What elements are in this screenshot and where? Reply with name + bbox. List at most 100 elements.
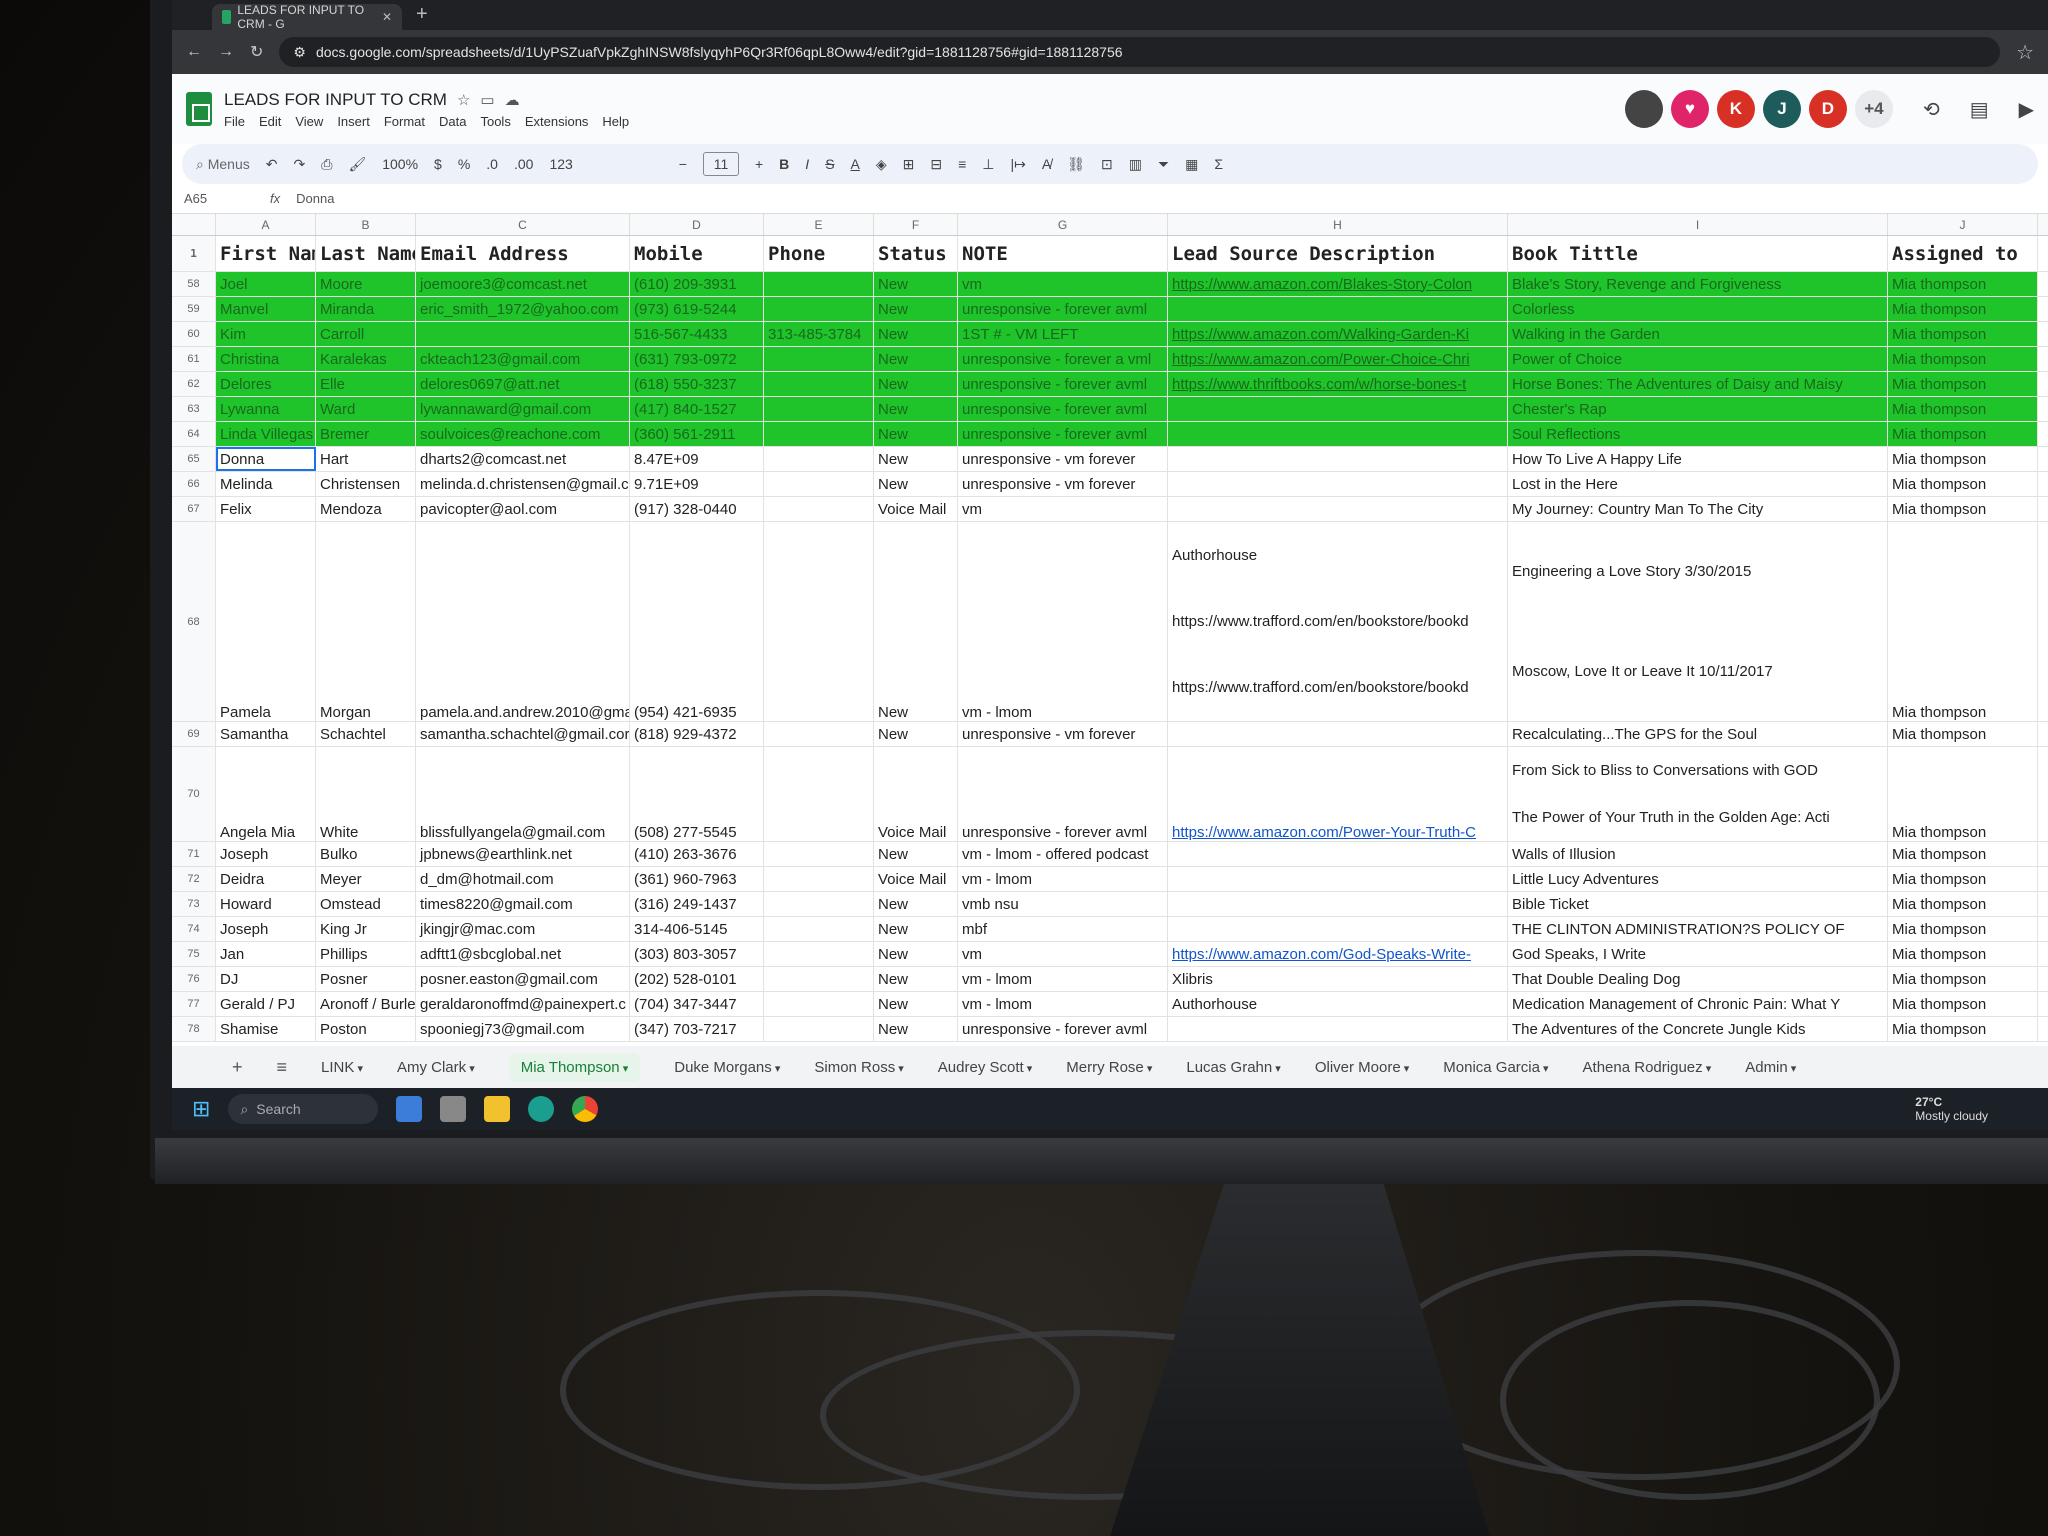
back-icon[interactable]: ← bbox=[186, 43, 202, 61]
table-cell[interactable]: 313-485-3784 bbox=[764, 322, 874, 346]
table-cell[interactable]: New bbox=[874, 992, 958, 1016]
table-cell[interactable]: 8.47E+09 bbox=[630, 447, 764, 471]
table-cell[interactable]: vm - lmom - offered podcast bbox=[958, 842, 1168, 866]
table-cell[interactable]: Deidra bbox=[216, 867, 316, 891]
header-cell[interactable]: Email Address bbox=[416, 236, 630, 271]
table-cell[interactable]: Joseph bbox=[216, 917, 316, 941]
table-cell[interactable]: (704) 347-3447 bbox=[630, 992, 764, 1016]
header-cell[interactable]: Book Tittle bbox=[1508, 236, 1888, 271]
header-cell[interactable]: Status bbox=[874, 236, 958, 271]
table-cell[interactable]: The Adventures of the Concrete Jungle Ki… bbox=[1508, 1017, 1888, 1041]
sheet-tab-athena-rodriguez[interactable]: Athena Rodriguez bbox=[1583, 1059, 1712, 1076]
paint-format-icon[interactable]: 🖌 bbox=[348, 156, 366, 173]
table-cell[interactable]: Recalculating...The GPS for the Soul bbox=[1508, 722, 1888, 746]
table-cell[interactable]: White bbox=[316, 747, 416, 841]
table-cell[interactable]: Posner bbox=[316, 967, 416, 991]
all-sheets-icon[interactable]: ≡ bbox=[277, 1057, 288, 1078]
table-cell[interactable]: Mendoza bbox=[316, 497, 416, 521]
row-number[interactable]: 1 bbox=[172, 236, 216, 271]
move-folder-icon[interactable]: ▭ bbox=[480, 91, 494, 109]
table-cell[interactable]: Horse Bones: The Adventures of Daisy and… bbox=[1508, 372, 1888, 396]
table-cell[interactable]: posner.easton@gmail.com bbox=[416, 967, 630, 991]
document-title[interactable]: LEADS FOR INPUT TO CRM bbox=[224, 90, 447, 110]
table-cell[interactable]: Joseph bbox=[216, 842, 316, 866]
table-cell[interactable]: New bbox=[874, 447, 958, 471]
table-cell[interactable]: Carroll bbox=[316, 322, 416, 346]
table-cell[interactable]: Omstead bbox=[316, 892, 416, 916]
table-cell[interactable] bbox=[764, 722, 874, 746]
table-cell[interactable]: (417) 840-1527 bbox=[630, 397, 764, 421]
table-cell[interactable]: Mia thompson bbox=[1888, 447, 2038, 471]
table-cell[interactable]: New bbox=[874, 397, 958, 421]
table-cell[interactable]: vm bbox=[958, 272, 1168, 296]
table-cell[interactable] bbox=[764, 942, 874, 966]
table-cell[interactable]: (973) 619-5244 bbox=[630, 297, 764, 321]
table-cell[interactable]: unresponsive - vm forever bbox=[958, 447, 1168, 471]
table-cell[interactable]: (618) 550-3237 bbox=[630, 372, 764, 396]
table-cell[interactable]: unresponsive - forever avml bbox=[958, 397, 1168, 421]
filter-icon[interactable]: ⏷ bbox=[1158, 156, 1169, 173]
table-cell[interactable]: Linda Villegas bbox=[216, 422, 316, 446]
table-cell[interactable]: Melinda bbox=[216, 472, 316, 496]
browser-tab[interactable]: LEADS FOR INPUT TO CRM - G ✕ bbox=[212, 3, 402, 31]
column-header-b[interactable]: B bbox=[316, 214, 416, 235]
more-formats-button[interactable]: 123 bbox=[549, 156, 572, 172]
header-cell[interactable]: Phone bbox=[764, 236, 874, 271]
table-cell[interactable] bbox=[764, 447, 874, 471]
table-cell[interactable]: delores0697@att.net bbox=[416, 372, 630, 396]
table-cell[interactable]: vm bbox=[958, 497, 1168, 521]
row-number[interactable]: 59 bbox=[172, 297, 216, 321]
table-cell[interactable]: vm - lmom bbox=[958, 867, 1168, 891]
table-cell[interactable]: Mia thompson bbox=[1888, 372, 2038, 396]
row-number[interactable]: 77 bbox=[172, 992, 216, 1016]
row-number[interactable]: 73 bbox=[172, 892, 216, 916]
table-cell[interactable]: Shamise bbox=[216, 1017, 316, 1041]
table-cell[interactable]: ckteach123@gmail.com bbox=[416, 347, 630, 371]
table-cell[interactable]: Delores bbox=[216, 372, 316, 396]
collaborator-avatar[interactable]: +4 bbox=[1854, 90, 1893, 128]
table-cell[interactable]: Miranda bbox=[316, 297, 416, 321]
table-cell[interactable] bbox=[1168, 447, 1508, 471]
header-cell[interactable]: Lead Source Description bbox=[1168, 236, 1508, 271]
table-cell[interactable]: vm - lmom bbox=[958, 522, 1168, 721]
table-cell[interactable]: pavicopter@aol.com bbox=[416, 497, 630, 521]
table-cell[interactable]: Mia thompson bbox=[1888, 722, 2038, 746]
table-cell[interactable]: Mia thompson bbox=[1888, 747, 2038, 841]
table-cell[interactable]: Meyer bbox=[316, 867, 416, 891]
table-cell[interactable]: 516-567-4433 bbox=[630, 322, 764, 346]
add-sheet-button[interactable]: + bbox=[232, 1057, 243, 1078]
font-size-input[interactable]: 11 bbox=[702, 152, 739, 176]
collaborator-avatar[interactable]: K bbox=[1716, 90, 1755, 128]
table-cell[interactable]: God Speaks, I Write bbox=[1508, 942, 1888, 966]
table-cell[interactable]: THE CLINTON ADMINISTRATION?S POLICY OF bbox=[1508, 917, 1888, 941]
table-cell[interactable]: Walking in the Garden bbox=[1508, 322, 1888, 346]
table-cell[interactable]: New bbox=[874, 297, 958, 321]
table-cell[interactable]: Schachtel bbox=[316, 722, 416, 746]
table-cell[interactable]: https://www.amazon.com/Blakes-Story-Colo… bbox=[1168, 272, 1508, 296]
table-cell[interactable]: (202) 528-0101 bbox=[630, 967, 764, 991]
table-cell[interactable] bbox=[1168, 867, 1508, 891]
decrease-decimal-button[interactable]: .0 bbox=[486, 156, 498, 172]
row-number[interactable]: 65 bbox=[172, 447, 216, 471]
table-cell[interactable]: New bbox=[874, 892, 958, 916]
table-cell[interactable]: Mia thompson bbox=[1888, 422, 2038, 446]
table-cell[interactable]: New bbox=[874, 422, 958, 446]
table-cell[interactable]: Mia thompson bbox=[1888, 867, 2038, 891]
table-cell[interactable]: Authorhouse bbox=[1168, 992, 1508, 1016]
table-cell[interactable]: Lost in the Here bbox=[1508, 472, 1888, 496]
table-cell[interactable]: (917) 328-0440 bbox=[630, 497, 764, 521]
table-cell[interactable]: Voice Mail bbox=[874, 497, 958, 521]
column-header-g[interactable]: G bbox=[958, 214, 1168, 235]
table-cell[interactable]: Voice Mail bbox=[874, 747, 958, 841]
table-cell[interactable]: (361) 960-7963 bbox=[630, 867, 764, 891]
table-cell[interactable]: How To Live A Happy Life bbox=[1508, 447, 1888, 471]
table-cell[interactable] bbox=[764, 297, 874, 321]
table-cell[interactable]: (347) 703-7217 bbox=[630, 1017, 764, 1041]
url-field[interactable]: ⚙ docs.google.com/spreadsheets/d/1UyPSZu… bbox=[279, 37, 2001, 67]
borders-icon[interactable]: ⊞ bbox=[903, 156, 915, 173]
table-cell[interactable] bbox=[1168, 892, 1508, 916]
table-cell[interactable]: Howard bbox=[216, 892, 316, 916]
comment-icon[interactable]: ⊡ bbox=[1101, 156, 1113, 173]
table-cell[interactable]: Mia thompson bbox=[1888, 942, 2038, 966]
row-number[interactable]: 75 bbox=[172, 942, 216, 966]
